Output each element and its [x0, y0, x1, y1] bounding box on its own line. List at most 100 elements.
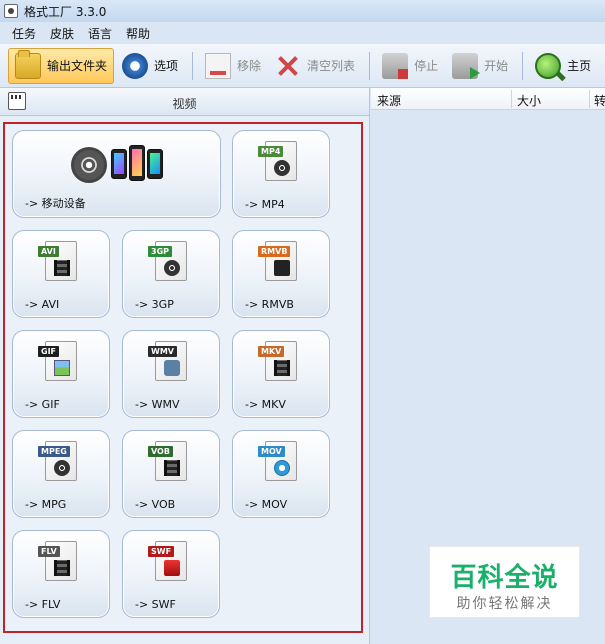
tile-label: -> VOB — [135, 498, 176, 511]
start-button[interactable]: 开始 — [446, 48, 514, 84]
toolbar-separator — [522, 51, 524, 80]
format-badge: MPEG — [38, 446, 70, 457]
home-magnifier-icon — [535, 52, 562, 79]
output-folder-button[interactable]: 输出文件夹 — [8, 47, 115, 84]
tile-label: -> MKV — [245, 398, 286, 411]
tile-rmvb[interactable]: RMVB -> RMVB — [232, 230, 330, 318]
tile-label: -> MP4 — [245, 198, 285, 211]
stop-icon — [382, 52, 409, 79]
folder-icon — [15, 49, 41, 79]
film-strip-icon — [164, 460, 180, 476]
tile-label: -> SWF — [135, 598, 176, 611]
format-badge: 3GP — [148, 246, 172, 257]
options-label: 选项 — [154, 59, 179, 73]
quicktime-icon — [274, 460, 290, 476]
remove-label: 移除 — [237, 59, 262, 73]
mobile-devices-icon — [69, 143, 165, 187]
window-title: 格式工厂 3.3.0 — [24, 4, 107, 19]
column-convert[interactable]: 转 — [594, 92, 605, 109]
home-label: 主页 — [567, 59, 592, 73]
swf-file-icon: SWF — [148, 541, 187, 581]
tile-avi[interactable]: AVI -> AVI — [12, 230, 110, 318]
tile-flv[interactable]: FLV -> FLV — [12, 530, 110, 618]
format-badge: MKV — [258, 346, 285, 357]
video-category-header[interactable]: 视频 — [0, 88, 369, 116]
start-label: 开始 — [484, 59, 509, 73]
format-badge: GIF — [38, 346, 60, 357]
watermark-subtitle: 助你轻松解决 — [456, 596, 553, 612]
film-strip-icon — [274, 360, 290, 376]
menu-skin[interactable]: 皮肤 — [50, 25, 74, 42]
category-panel: 视频 -> 移动设备 MP4 -> MP4 AVI -> AVI 3GP -> … — [0, 88, 370, 644]
watermark-title: 百科全说 — [450, 563, 559, 593]
film-strip-icon — [54, 260, 70, 276]
menu-bar: 任务 皮肤 语言 帮助 — [0, 22, 605, 44]
flash-icon — [164, 560, 180, 576]
column-divider[interactable] — [589, 90, 590, 108]
film-reel-icon — [274, 160, 290, 176]
tile-label: -> 3GP — [135, 298, 174, 311]
toolbar-separator — [369, 51, 371, 80]
format-badge: WMV — [148, 346, 177, 357]
menu-help[interactable]: 帮助 — [126, 25, 150, 42]
tile-3gp[interactable]: 3GP -> 3GP — [122, 230, 220, 318]
vob-file-icon: VOB — [148, 441, 187, 481]
options-button[interactable]: 选项 — [116, 48, 184, 84]
stop-button[interactable]: 停止 — [376, 48, 444, 84]
avi-file-icon: AVI — [38, 241, 77, 281]
panel-title: 视频 — [172, 97, 197, 111]
clear-list-button[interactable]: 清空列表 — [269, 48, 361, 84]
tile-swf[interactable]: SWF -> SWF — [122, 530, 220, 618]
watermark: 百科全说 助你轻松解决 — [429, 546, 580, 618]
tile-label: -> MPG — [25, 498, 67, 511]
tile-mkv[interactable]: MKV -> MKV — [232, 330, 330, 418]
title-bar: 格式工厂 3.3.0 — [0, 0, 605, 22]
menu-language[interactable]: 语言 — [88, 25, 112, 42]
column-size[interactable]: 大小 — [517, 92, 541, 109]
home-button[interactable]: 主页 — [529, 48, 597, 84]
tile-label: -> MOV — [245, 498, 288, 511]
mp4-file-icon: MP4 — [258, 141, 297, 181]
toolbar-separator — [192, 51, 194, 80]
tile-mobile-devices[interactable]: -> 移动设备 — [12, 130, 221, 218]
clear-list-label: 清空列表 — [307, 59, 356, 73]
stop-label: 停止 — [414, 59, 439, 73]
output-folder-label: 输出文件夹 — [47, 59, 108, 73]
menu-task[interactable]: 任务 — [12, 25, 36, 42]
video-format-grid: -> 移动设备 MP4 -> MP4 AVI -> AVI 3GP -> 3GP — [3, 122, 363, 633]
task-list-header: 来源 大小 转 — [371, 88, 605, 110]
format-badge: AVI — [38, 246, 59, 257]
film-reel-icon — [54, 460, 70, 476]
film-reel-icon — [70, 147, 107, 183]
wmv-file-icon: WMV — [148, 341, 187, 381]
format-badge: SWF — [148, 546, 175, 557]
tile-label: -> RMVB — [245, 298, 294, 311]
tile-label: -> WMV — [135, 398, 180, 411]
camera-icon — [164, 360, 180, 376]
image-icon — [54, 360, 70, 376]
tile-vob[interactable]: VOB -> VOB — [122, 430, 220, 518]
tile-mpg[interactable]: MPEG -> MPG — [12, 430, 110, 518]
mkv-file-icon: MKV — [258, 341, 297, 381]
format-badge: FLV — [38, 546, 60, 557]
tile-label: -> 移动设备 — [25, 197, 86, 210]
flv-file-icon: FLV — [38, 541, 77, 581]
mov-file-icon: MOV — [258, 441, 297, 481]
toolbar: 输出文件夹 选项 移除 清空列表 停止 开始 主页 — [0, 44, 605, 88]
clear-icon — [275, 53, 301, 79]
clapperboard-icon — [54, 560, 70, 576]
3gp-file-icon: 3GP — [148, 241, 187, 281]
column-divider[interactable] — [511, 90, 512, 108]
tile-label: -> AVI — [25, 298, 60, 311]
format-badge: RMVB — [258, 246, 291, 257]
real-player-icon — [274, 260, 290, 276]
column-source[interactable]: 来源 — [377, 92, 401, 109]
remove-button[interactable]: 移除 — [199, 48, 267, 84]
format-badge: VOB — [148, 446, 173, 457]
tile-mp4[interactable]: MP4 -> MP4 — [232, 130, 330, 218]
app-icon — [4, 4, 18, 18]
tile-gif[interactable]: GIF -> GIF — [12, 330, 110, 418]
format-badge: MOV — [258, 446, 285, 457]
tile-mov[interactable]: MOV -> MOV — [232, 430, 330, 518]
tile-wmv[interactable]: WMV -> WMV — [122, 330, 220, 418]
